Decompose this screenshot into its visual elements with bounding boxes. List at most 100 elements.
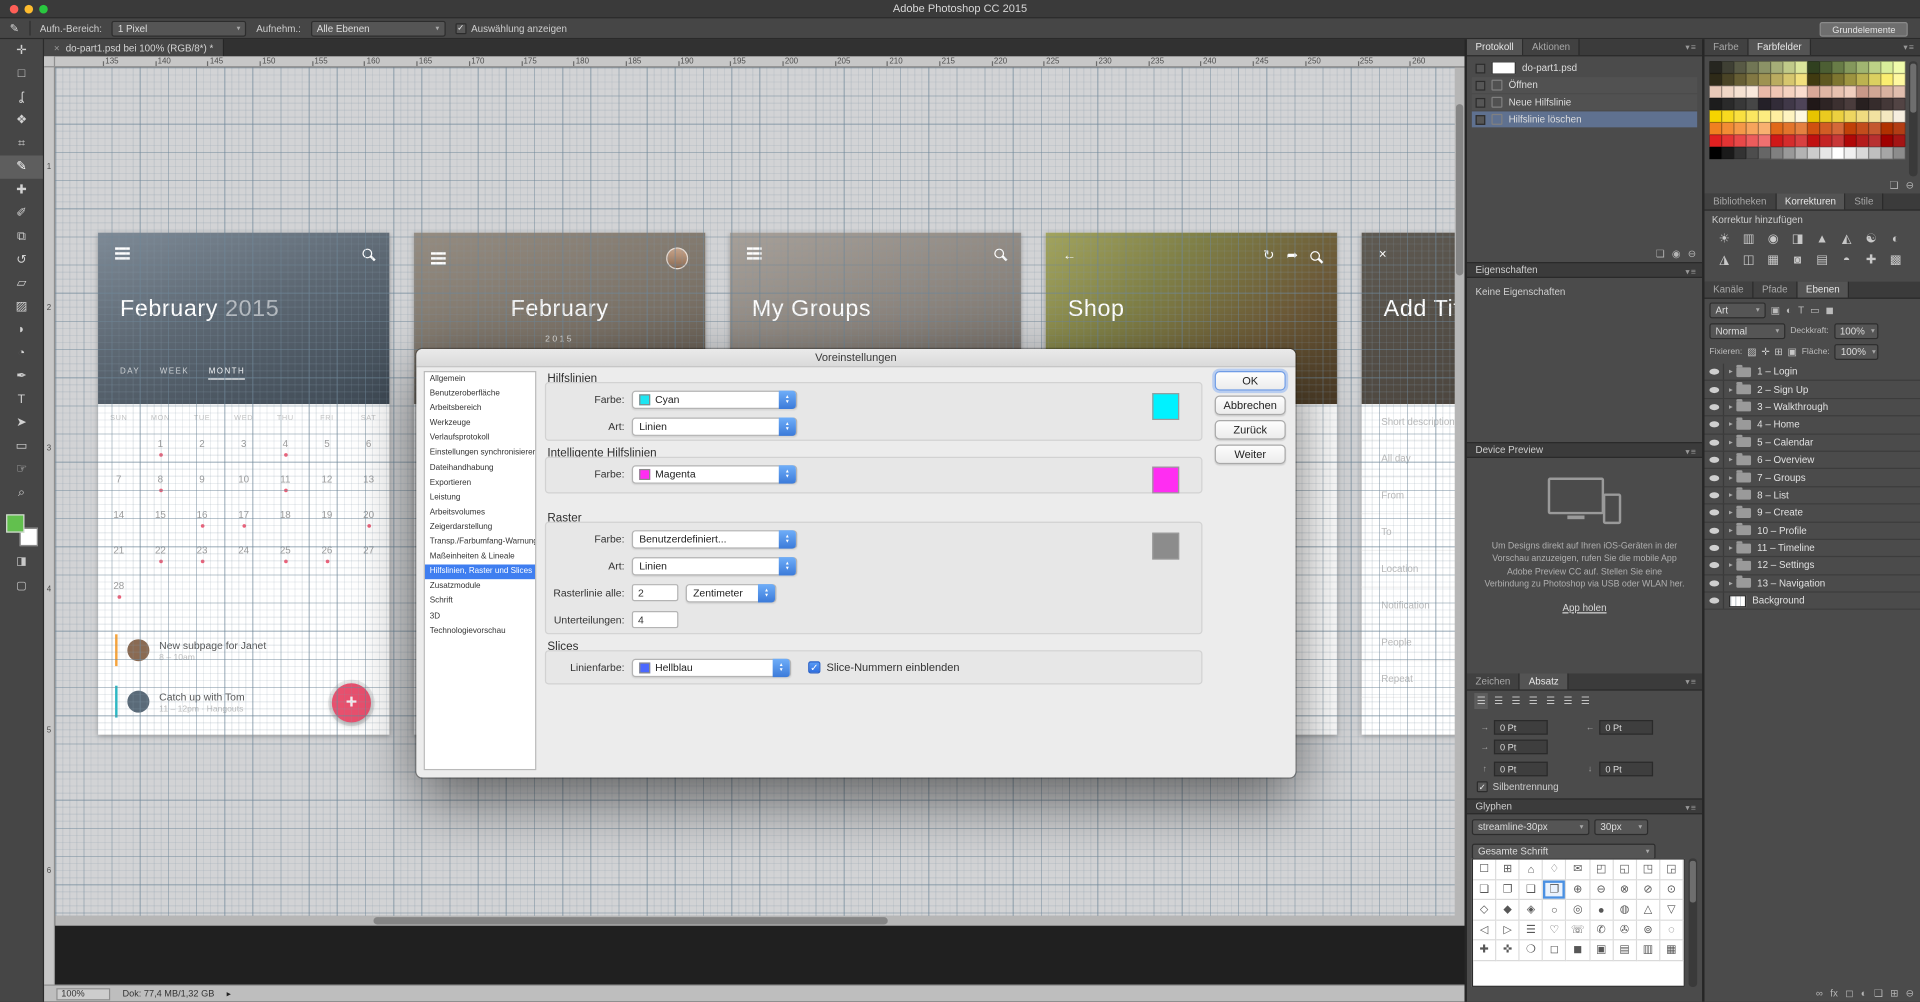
panel-tab[interactable]: Farbfelder [1748, 39, 1811, 55]
visibility-toggle[interactable] [1705, 399, 1725, 415]
guide-color-swatch[interactable] [1152, 393, 1179, 420]
color-swatch[interactable] [1869, 98, 1881, 110]
color-swatch[interactable] [1893, 147, 1905, 159]
glyph-cell[interactable]: ▣ [1590, 940, 1613, 960]
glyph-size-select[interactable]: 30px [1594, 819, 1648, 835]
lock-icon[interactable]: ▨ [1747, 347, 1756, 358]
calendar-day[interactable]: 15 [140, 497, 182, 533]
glyph-cell[interactable]: ● [1590, 900, 1613, 920]
glyphs-panel-header[interactable]: Glyphen [1467, 798, 1702, 814]
adjustment-icon[interactable]: ✚ [1859, 250, 1883, 271]
color-swatch[interactable] [1734, 110, 1746, 122]
tool-button[interactable]: ❖ [0, 109, 43, 132]
adjustment-icon[interactable]: ◓ [1834, 250, 1858, 271]
calendar-day[interactable]: 24 [223, 533, 265, 569]
tool-button[interactable]: ▭ [0, 435, 43, 458]
chevron-right-icon[interactable] [1729, 526, 1733, 535]
history-entry[interactable]: Neue Hilfslinie [1472, 94, 1697, 110]
panel-footer-icon[interactable]: fx [1830, 988, 1838, 999]
panel-footer-icon[interactable]: ⊖ [1906, 988, 1914, 999]
category-item[interactable]: Technologievorschau [425, 624, 535, 639]
color-swatch[interactable] [1820, 73, 1832, 85]
color-swatch[interactable] [1734, 73, 1746, 85]
glyph-cell[interactable]: ▷ [1496, 920, 1519, 940]
color-swatch[interactable] [1709, 135, 1721, 147]
calendar-day[interactable]: 13 [348, 462, 390, 498]
search-icon[interactable] [1310, 250, 1320, 260]
color-swatch[interactable] [1795, 147, 1807, 159]
calendar-day[interactable]: 12 [306, 462, 348, 498]
visibility-toggle[interactable] [1705, 434, 1725, 450]
color-swatch[interactable] [1856, 147, 1868, 159]
glyph-cell[interactable]: ✜ [1496, 940, 1519, 960]
category-item[interactable]: Maßeinheiten & Lineale [425, 550, 535, 565]
calendar-day[interactable]: 16 [181, 497, 223, 533]
indent-input[interactable]: 0 Pt [1494, 762, 1548, 777]
glyph-cell[interactable]: ◰ [1590, 860, 1613, 880]
tool-button[interactable]: ✚ [0, 179, 43, 202]
glyph-cell[interactable]: △ [1637, 900, 1660, 920]
adjustment-icon[interactable]: ☀ [1712, 229, 1736, 250]
glyph-cell[interactable]: ✚ [1473, 940, 1496, 960]
blend-mode-select[interactable]: Normal [1709, 323, 1785, 339]
color-swatch[interactable] [1746, 135, 1758, 147]
layer-filter-select[interactable]: Art [1709, 302, 1765, 318]
calendar-day[interactable]: 2 [181, 426, 223, 462]
color-swatch[interactable] [1856, 73, 1868, 85]
color-swatch[interactable] [1856, 61, 1868, 73]
grid-color-select[interactable]: Benutzerdefiniert... [632, 530, 797, 548]
color-swatch[interactable] [1783, 122, 1795, 134]
color-swatch[interactable] [1820, 61, 1832, 73]
category-item[interactable]: Werkzeuge [425, 417, 535, 432]
glyph-cell[interactable]: ❑ [1520, 880, 1543, 900]
color-swatch[interactable] [1746, 98, 1758, 110]
panel-tab[interactable]: Farbe [1705, 39, 1749, 55]
indent-input[interactable]: 0 Pt [1494, 720, 1548, 735]
status-menu-arrow[interactable] [227, 988, 231, 999]
visibility-toggle[interactable] [1705, 417, 1725, 433]
calendar-day[interactable] [223, 568, 265, 604]
visibility-toggle[interactable] [1705, 593, 1725, 609]
glyph-cell[interactable]: ♡ [1543, 920, 1566, 940]
hamburger-menu-icon[interactable] [115, 247, 130, 259]
color-swatch[interactable] [1893, 122, 1905, 134]
color-swatch[interactable] [1820, 86, 1832, 98]
color-swatch[interactable] [1844, 110, 1856, 122]
color-swatch[interactable] [1881, 73, 1893, 85]
color-swatch[interactable] [1832, 110, 1844, 122]
calendar-day[interactable]: 14 [98, 497, 140, 533]
layer-row[interactable]: 11 – Timeline [1705, 540, 1920, 558]
color-swatch[interactable] [1856, 135, 1868, 147]
color-swatch[interactable] [1881, 98, 1893, 110]
color-swatch[interactable] [1771, 86, 1783, 98]
lock-icon[interactable]: ✛ [1761, 347, 1769, 358]
color-swatch[interactable] [1746, 61, 1758, 73]
adjustment-icon[interactable]: ▩ [1883, 250, 1907, 271]
visibility-toggle[interactable] [1705, 364, 1725, 380]
glyph-cell[interactable]: ☏ [1567, 920, 1590, 940]
panel-tab[interactable]: Bibliotheken [1705, 193, 1777, 209]
chevron-right-icon[interactable] [1729, 561, 1733, 570]
color-swatch[interactable] [1807, 61, 1819, 73]
color-swatch[interactable] [1832, 61, 1844, 73]
color-swatch[interactable] [1758, 86, 1770, 98]
color-swatch[interactable] [1771, 61, 1783, 73]
glyph-scrollbar[interactable] [1689, 858, 1698, 987]
panel-tab[interactable]: Kanäle [1705, 282, 1754, 298]
hamburger-menu-icon[interactable] [747, 247, 762, 259]
history-snapshot-row[interactable]: do-part1.psd [1472, 60, 1697, 76]
calendar-day[interactable] [306, 568, 348, 604]
color-swatch[interactable] [1893, 135, 1905, 147]
calendar-day[interactable]: 23 [181, 533, 223, 569]
color-swatch[interactable] [1783, 110, 1795, 122]
color-swatch[interactable] [1771, 98, 1783, 110]
adjustment-icon[interactable]: ▤ [1810, 250, 1834, 271]
color-swatch[interactable] [1832, 98, 1844, 110]
toolbar-mode-button[interactable]: ◨ [0, 551, 43, 571]
panel-footer-icon[interactable]: ⊞ [1890, 988, 1898, 999]
adjustment-icon[interactable]: ◙ [1785, 250, 1809, 271]
chevron-right-icon[interactable] [1729, 491, 1733, 500]
color-swatch[interactable] [1709, 86, 1721, 98]
layer-row[interactable]: 4 – Home [1705, 417, 1920, 435]
color-swatch[interactable] [1893, 61, 1905, 73]
